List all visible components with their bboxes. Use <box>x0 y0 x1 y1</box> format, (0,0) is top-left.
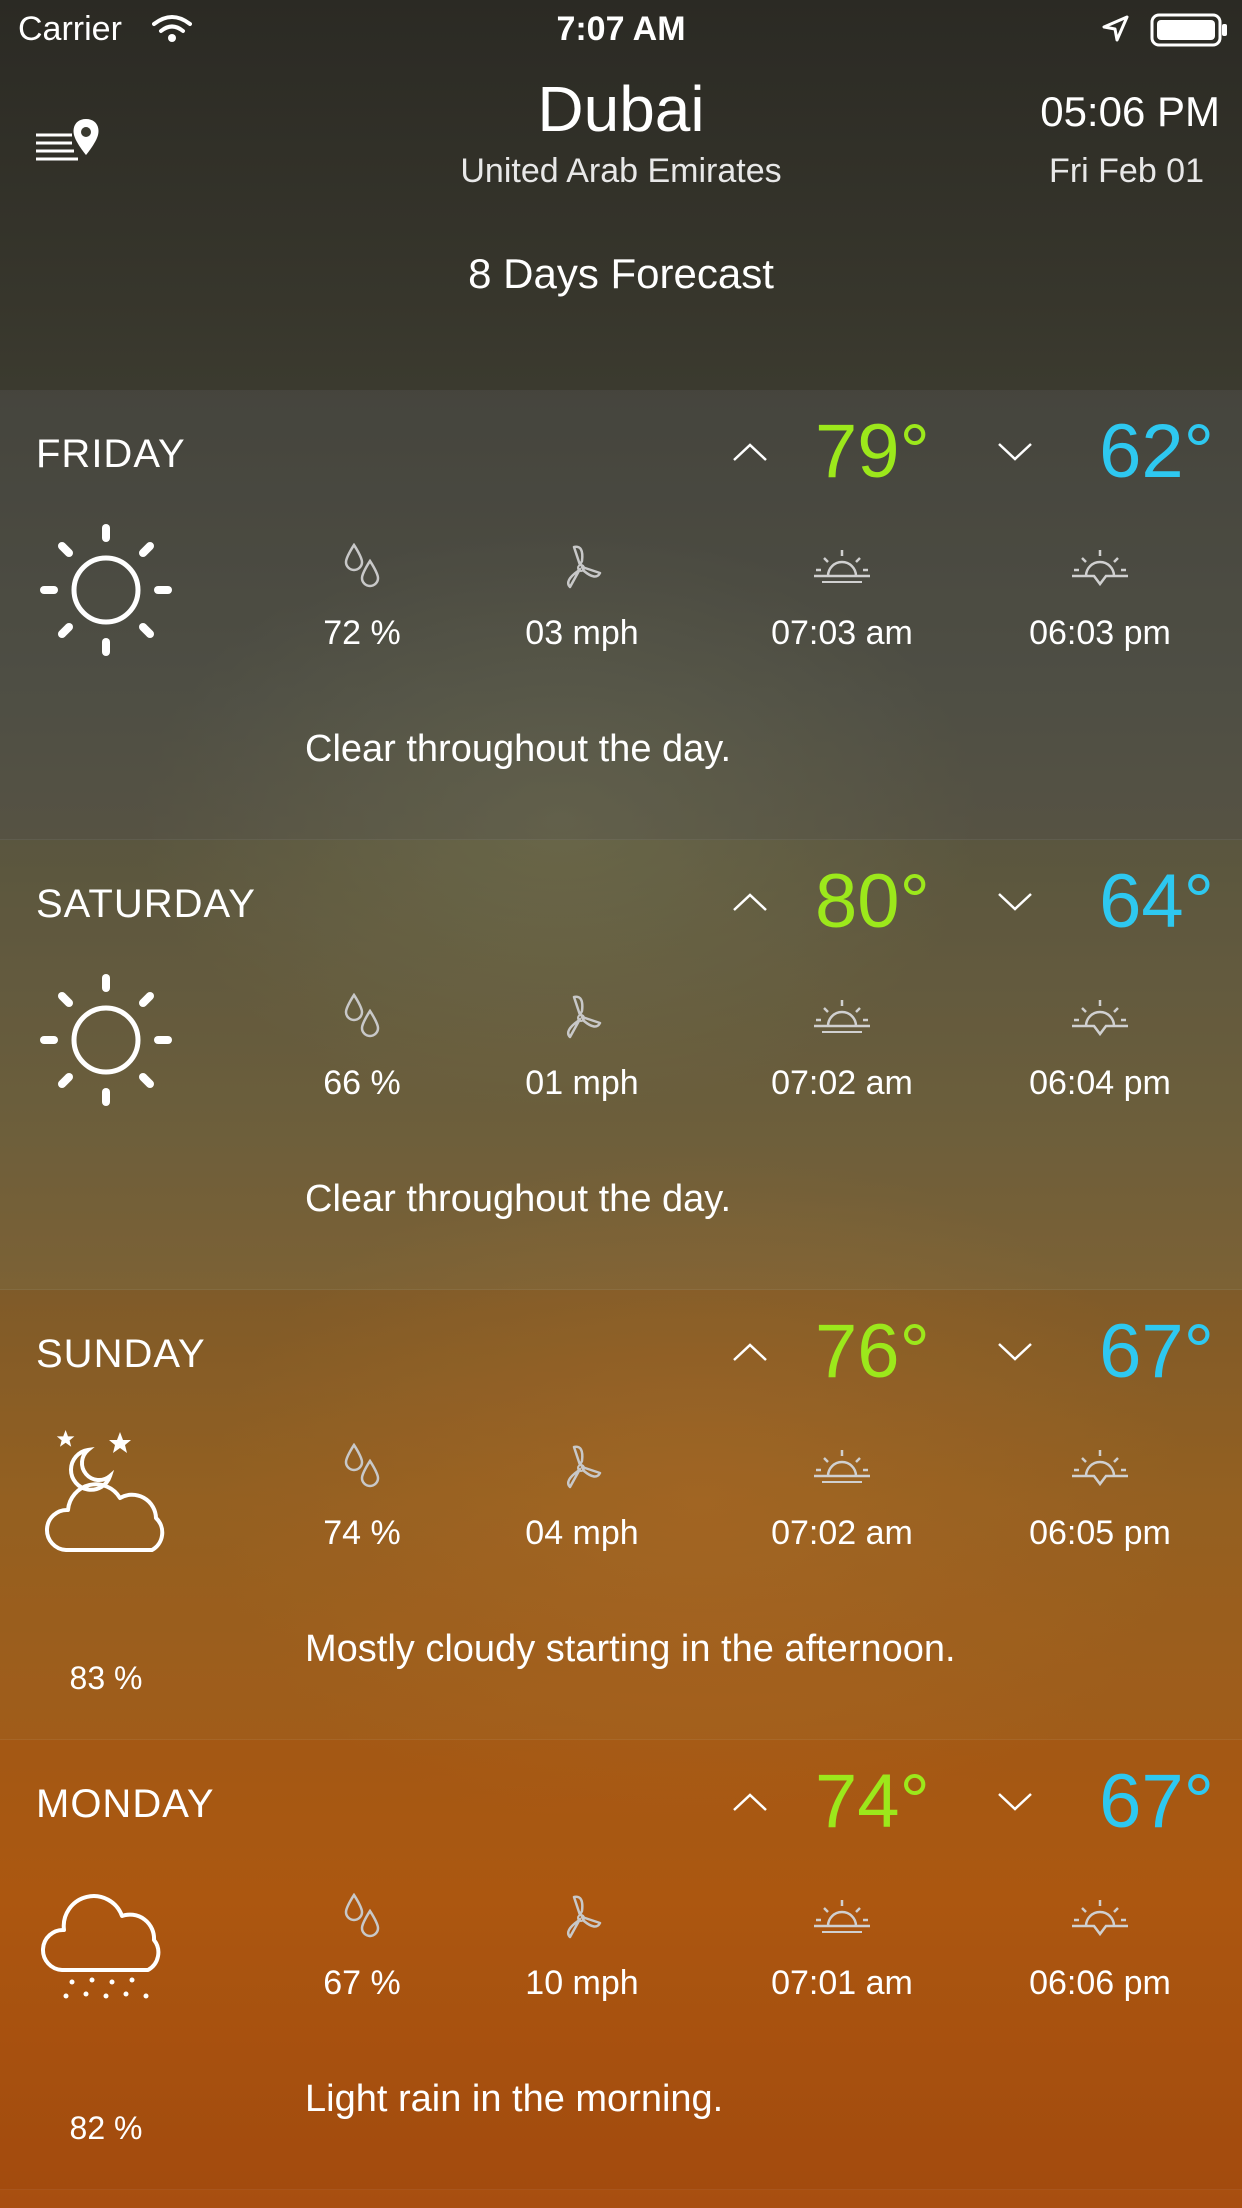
local-date: Fri Feb 01 <box>1049 152 1204 190</box>
day-summary: Clear throughout the day. <box>305 1178 732 1220</box>
day-summary: Clear throughout the day. <box>305 728 732 770</box>
chevron-down-icon <box>998 443 1032 461</box>
chevron-up-icon <box>733 443 767 461</box>
chevron-down-icon <box>998 893 1032 911</box>
humidity-value: 74 % <box>323 1514 401 1552</box>
local-time: 05:06 PM <box>1040 88 1220 135</box>
forecast-list[interactable]: FRIDAY 79° 62° 72 % 03 mph 07:03 am 06:0… <box>0 390 1242 2190</box>
sunset: 06:03 pm <box>1010 540 1190 653</box>
wind: 04 mph <box>492 1440 672 1553</box>
wind-value: 03 mph <box>525 614 639 652</box>
sunset-icon <box>1072 1450 1128 1487</box>
battery-icon <box>1150 13 1227 47</box>
sunset-time: 06:06 pm <box>1029 1964 1171 2002</box>
forecast-day-monday[interactable]: MONDAY 74° 67° 82 % 67 % 10 mph 07:01 am… <box>0 1740 1242 2190</box>
location-arrow-icon <box>1102 15 1129 42</box>
day-name: SUNDAY <box>36 1332 206 1376</box>
wind: 03 mph <box>492 540 672 653</box>
sunset-icon <box>1072 1000 1128 1037</box>
sunset: 06:05 pm <box>1010 1440 1190 1553</box>
cloud-cover: 82 % <box>69 2110 143 2146</box>
sunrise-icon <box>814 1450 870 1483</box>
sun-icon <box>40 974 172 1106</box>
status-bar: Carrier 7:07 AM <box>0 0 1242 60</box>
day-summary: Light rain in the morning. <box>305 2078 724 2120</box>
sun-icon <box>40 524 172 656</box>
sunrise-time: 07:01 am <box>771 1964 913 2002</box>
low-temp: 67° <box>1099 1759 1214 1844</box>
day-name: FRIDAY <box>36 432 186 476</box>
day-summary: Mostly cloudy starting in the afternoon. <box>305 1628 956 1670</box>
wind: 10 mph <box>492 1890 672 2003</box>
humidity-drops-icon <box>344 1893 380 1938</box>
humidity: 67 % <box>272 1890 452 2003</box>
header: Dubai United Arab Emirates 05:06 PM Fri … <box>0 60 1242 390</box>
chevron-down-icon <box>998 1343 1032 1361</box>
humidity-drops-icon <box>344 543 380 588</box>
sunset: 06:04 pm <box>1010 990 1190 1103</box>
sunrise-time: 07:03 am <box>771 614 913 652</box>
low-temp: 67° <box>1099 1309 1214 1394</box>
wind-turbine-icon <box>567 1445 602 1489</box>
chevron-up-icon <box>733 893 767 911</box>
sunset-icon <box>1072 550 1128 587</box>
forecast-day-friday[interactable]: FRIDAY 79° 62° 72 % 03 mph 07:03 am 06:0… <box>0 390 1242 840</box>
sunrise-time: 07:02 am <box>771 1514 913 1552</box>
humidity-value: 66 % <box>323 1064 401 1102</box>
wind-turbine-icon <box>567 545 602 589</box>
sunset-icon <box>1072 1900 1128 1937</box>
wind-value: 04 mph <box>525 1514 639 1552</box>
high-temp: 74° <box>815 1759 930 1844</box>
cloud-cover: 83 % <box>69 1660 143 1696</box>
humidity-value: 72 % <box>323 614 401 652</box>
high-temp: 79° <box>815 409 930 494</box>
humidity-drops-icon <box>344 993 380 1038</box>
sunset-time: 06:05 pm <box>1029 1514 1171 1552</box>
forecast-day-saturday[interactable]: SATURDAY 80° 64° 66 % 01 mph 07:02 am 06… <box>0 840 1242 1290</box>
forecast-title: 8 Days Forecast <box>468 250 774 297</box>
partly-cloudy-night-icon <box>44 1430 165 1552</box>
sunrise: 07:01 am <box>752 1890 932 2003</box>
sunrise-icon <box>814 1900 870 1933</box>
wind: 01 mph <box>492 990 672 1103</box>
wind-value: 01 mph <box>525 1064 639 1102</box>
sunrise-time: 07:02 am <box>771 1064 913 1102</box>
humidity-drops-icon <box>344 1443 380 1488</box>
status-time: 7:07 AM <box>556 10 686 48</box>
humidity-value: 67 % <box>323 1964 401 2002</box>
low-temp: 64° <box>1099 859 1214 944</box>
humidity: 74 % <box>272 1440 452 1553</box>
sunrise: 07:03 am <box>752 540 932 653</box>
sunrise-icon <box>814 550 870 583</box>
high-temp: 80° <box>815 859 930 944</box>
sunrise: 07:02 am <box>752 990 932 1103</box>
forecast-day-sunday[interactable]: SUNDAY 76° 67° 83 % 74 % 04 mph 07:02 am… <box>0 1290 1242 1740</box>
humidity: 66 % <box>272 990 452 1103</box>
sunset-time: 06:04 pm <box>1029 1064 1171 1102</box>
wind-turbine-icon <box>567 1895 602 1939</box>
wind-value: 10 mph <box>525 1964 639 2002</box>
day-name: MONDAY <box>36 1782 215 1826</box>
chevron-up-icon <box>733 1793 767 1811</box>
sunset-time: 06:03 pm <box>1029 614 1171 652</box>
sunrise: 07:02 am <box>752 1440 932 1553</box>
rain-cloud-icon <box>40 1894 161 1999</box>
low-temp: 62° <box>1099 409 1214 494</box>
sunset: 06:06 pm <box>1010 1890 1190 2003</box>
wind-turbine-icon <box>567 995 602 1039</box>
high-temp: 76° <box>815 1309 930 1394</box>
humidity: 72 % <box>272 540 452 653</box>
chevron-down-icon <box>998 1793 1032 1811</box>
day-name: SATURDAY <box>36 882 256 926</box>
sunrise-icon <box>814 1000 870 1033</box>
chevron-up-icon <box>733 1343 767 1361</box>
